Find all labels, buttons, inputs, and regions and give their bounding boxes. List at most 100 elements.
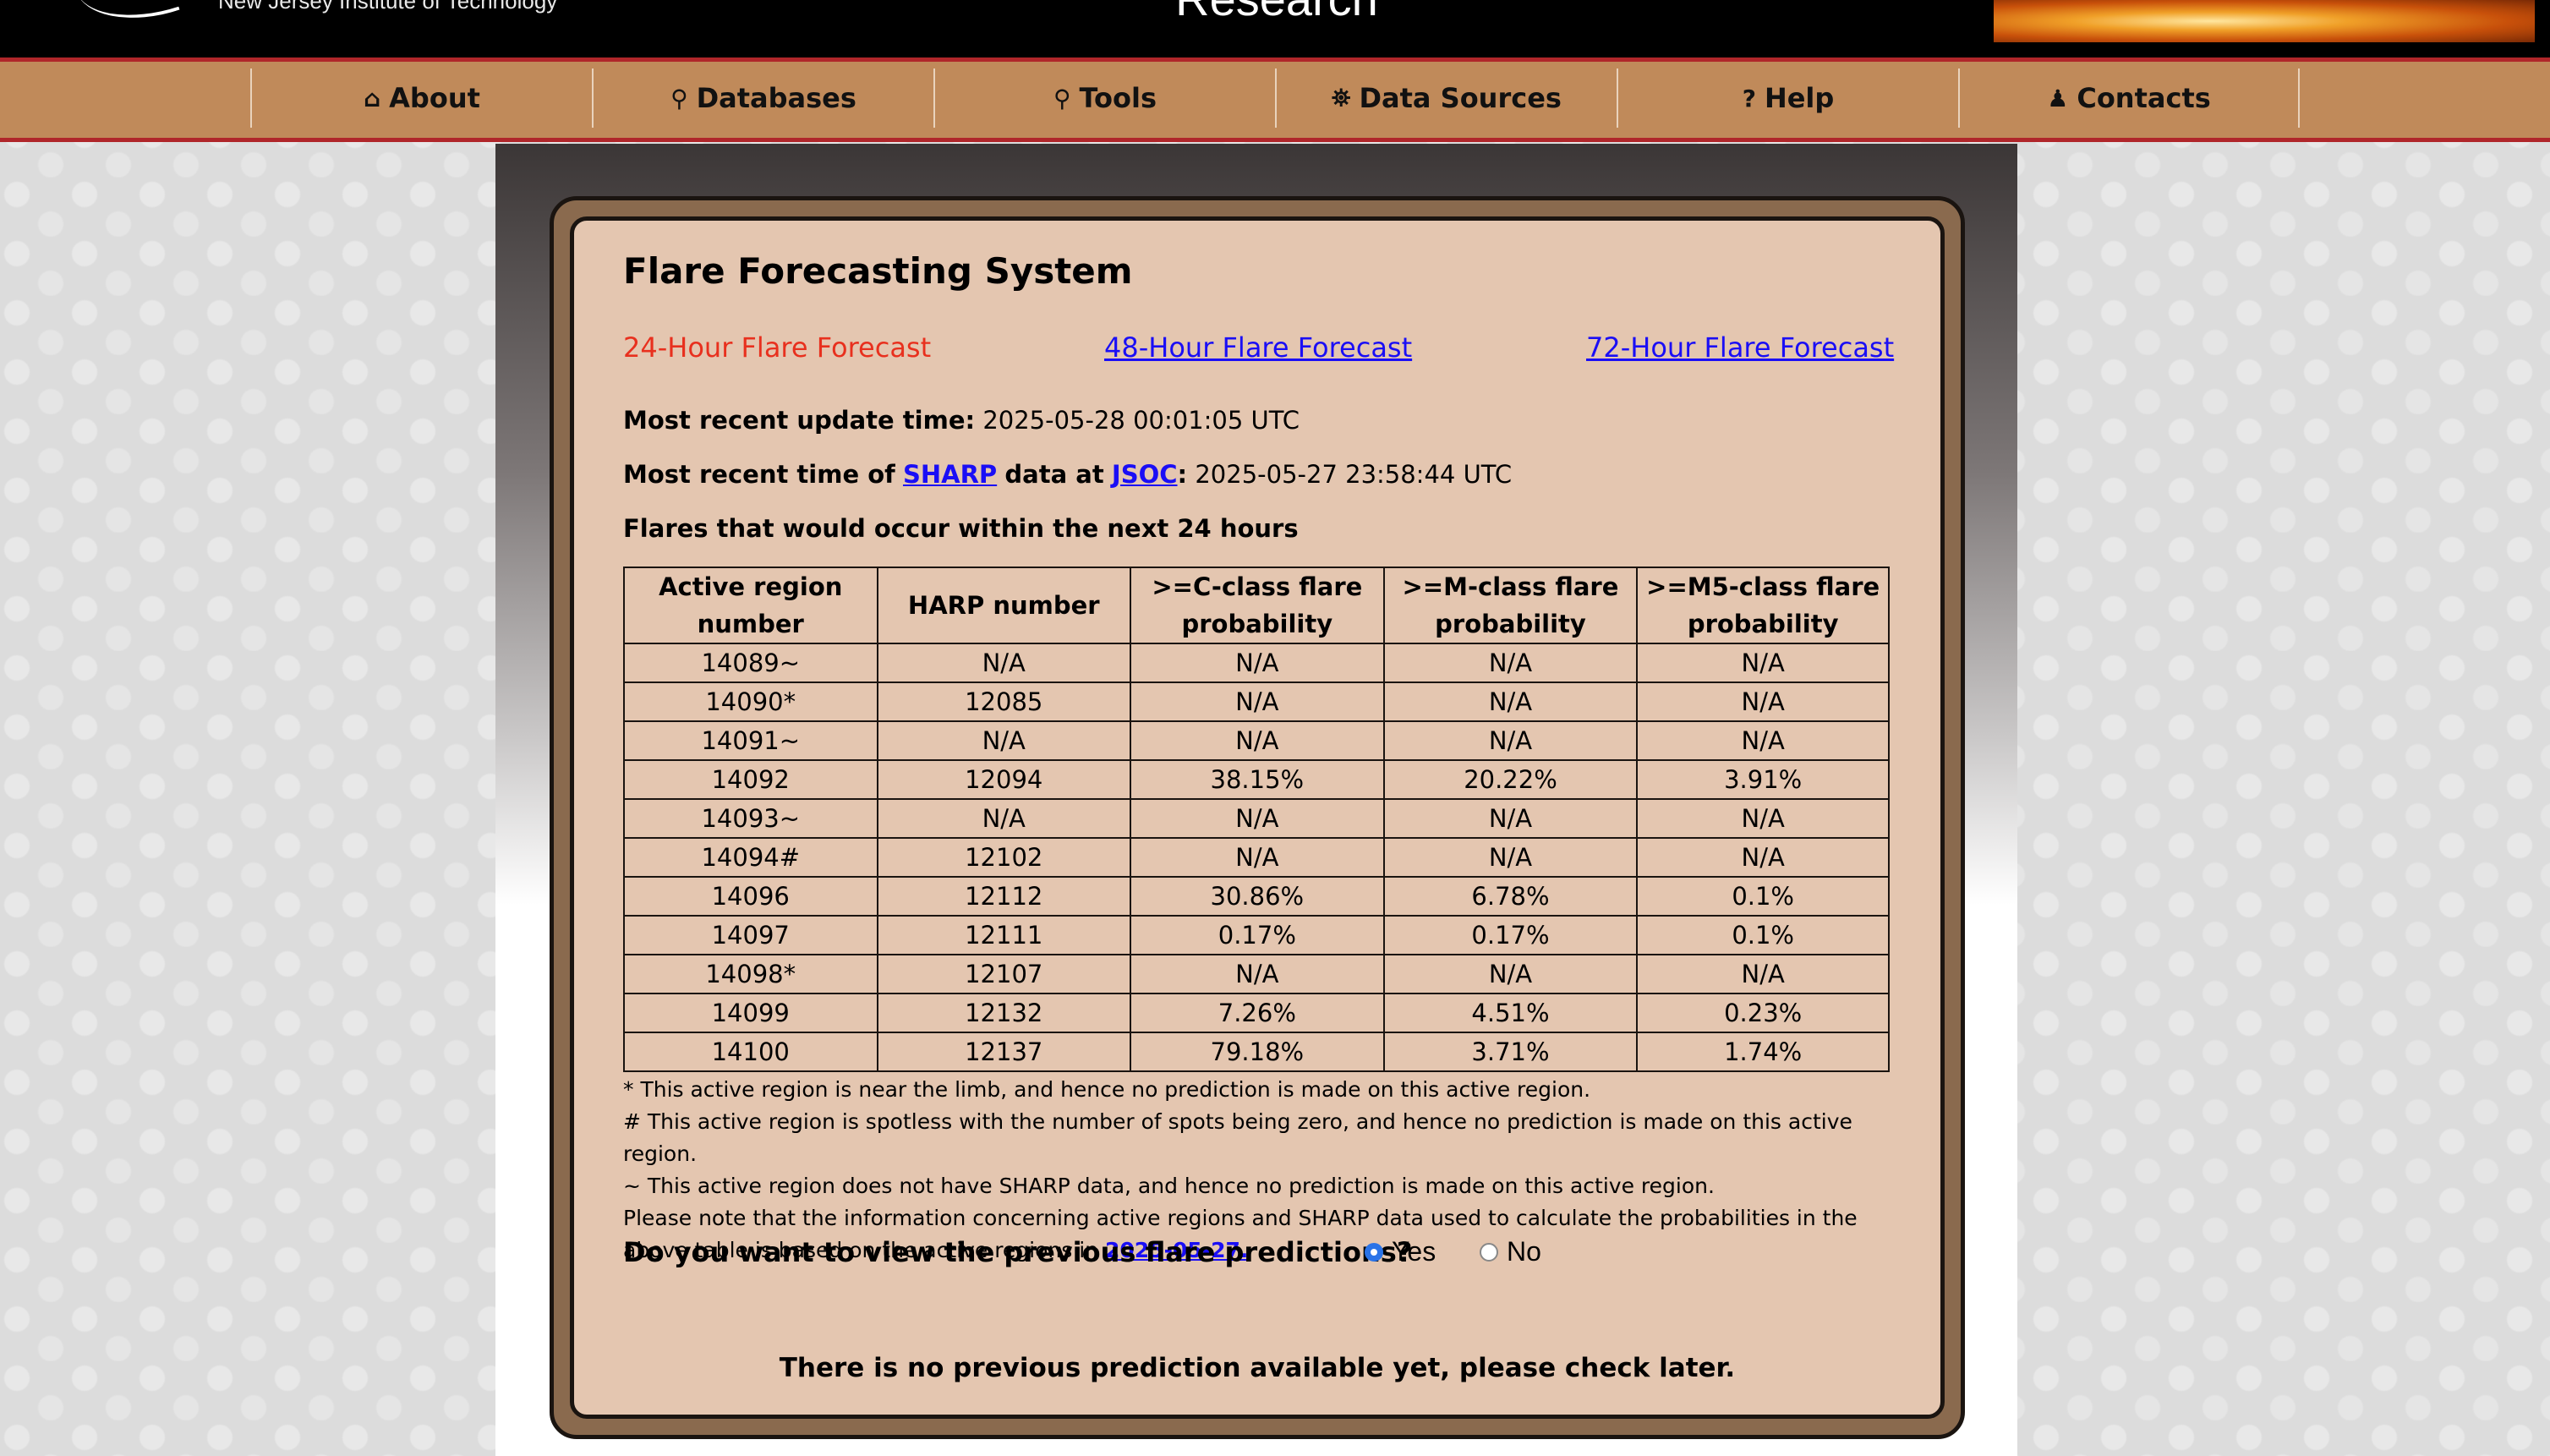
cell-c-class: 38.15% (1130, 759, 1385, 800)
table-row: 14100 12137 79.18% 3.71% 1.74% (623, 1032, 1890, 1072)
radio-yes-label: Yes (1392, 1236, 1436, 1267)
cell-m-class: 0.17% (1382, 915, 1639, 955)
njit-logo-icon[interactable] (75, 0, 180, 39)
nav-item-label: Data Sources (1359, 82, 1562, 114)
cell-active-region: 14099 (623, 993, 878, 1033)
cell-m-class: N/A (1382, 681, 1639, 722)
site-title: Research (1150, 0, 1404, 26)
cell-active-region: 14098* (623, 954, 878, 994)
telescope-icon: ⛯ (1332, 84, 1351, 112)
cell-harp-number: N/A (876, 720, 1131, 761)
cell-m5-class: N/A (1636, 837, 1890, 878)
cell-c-class: 7.26% (1130, 993, 1385, 1033)
table-caption: Flares that would occur within the next … (623, 514, 1299, 543)
top-header: New Jersey Institute of Technology Resea… (0, 0, 2550, 57)
cell-active-region: 14100 (623, 1032, 878, 1072)
nav-item-databases[interactable]: ⚲ Databases (592, 68, 933, 128)
sharp-suffix: : (1177, 460, 1188, 489)
cell-active-region: 14091~ (623, 720, 878, 761)
sharp-time-value: 2025-05-27 23:58:44 UTC (1195, 460, 1513, 489)
logo-text: New Jersey Institute of Technology (218, 0, 558, 14)
nav-item-label: Tools (1079, 82, 1157, 114)
cell-c-class: 0.17% (1130, 915, 1385, 955)
cell-active-region: 14093~ (623, 798, 878, 839)
cell-active-region: 14092 (623, 759, 878, 800)
radio-no[interactable]: No (1480, 1236, 1541, 1267)
cell-harp-number: 12094 (876, 759, 1131, 800)
sharp-prefix: Most recent time of (623, 460, 895, 489)
cell-m5-class: N/A (1636, 798, 1890, 839)
sun-banner-image (1994, 0, 2535, 42)
table-row: 14096 12112 30.86% 6.78% 0.1% (623, 876, 1890, 917)
tab-24-hour-forecast[interactable]: 24-Hour Flare Forecast (623, 331, 931, 364)
note-limb: * This active region is near the limb, a… (623, 1077, 1591, 1102)
cell-m-class: N/A (1382, 954, 1639, 994)
cell-harp-number: N/A (876, 643, 1131, 683)
tab-72-hour-forecast[interactable]: 72-Hour Flare Forecast (1586, 331, 1894, 364)
cell-m-class: 6.78% (1382, 876, 1639, 917)
user-icon: ♟ (2047, 84, 2069, 112)
radio-yes[interactable]: Yes (1365, 1236, 1436, 1267)
cell-active-region: 14089~ (623, 643, 878, 683)
table-row: 14092 12094 38.15% 20.22% 3.91% (623, 759, 1890, 800)
nav-item-about[interactable]: ⌂ About (250, 68, 592, 128)
cell-harp-number: 12102 (876, 837, 1131, 878)
cell-c-class: N/A (1130, 681, 1385, 722)
cell-m5-class: N/A (1636, 720, 1890, 761)
previous-predictions-question: Do you want to view the previous flare p… (623, 1236, 1413, 1268)
update-time-label: Most recent update time: (623, 406, 976, 435)
sharp-time-line: Most recent time of SHARP data at JSOC: … (623, 460, 1512, 489)
tab-48-hour-forecast[interactable]: 48-Hour Flare Forecast (1104, 331, 1412, 364)
cell-c-class: N/A (1130, 837, 1385, 878)
jsoc-link[interactable]: JSOC (1112, 460, 1178, 489)
table-header-row: Active region number HARP number >=C-cla… (623, 567, 1890, 644)
cell-m5-class: N/A (1636, 954, 1890, 994)
cell-c-class: 30.86% (1130, 876, 1385, 917)
table-row: 14098* 12107 N/A N/A N/A (623, 954, 1890, 994)
nav-item-label: Help (1764, 82, 1835, 114)
cell-harp-number: 12107 (876, 954, 1131, 994)
note-no-sharp: ~ This active region does not have SHARP… (623, 1174, 1715, 1198)
no-previous-message: There is no previous prediction availabl… (779, 1353, 1736, 1383)
page-title: Flare Forecasting System (623, 250, 1133, 292)
cell-c-class: 79.18% (1130, 1032, 1385, 1072)
main-navbar: ⌂ About ⚲ Databases ⚲ Tools ⛯ Data Sourc… (0, 57, 2550, 142)
cell-m5-class: 0.1% (1636, 876, 1890, 917)
flare-probability-table: Active region number HARP number >=C-cla… (623, 567, 1890, 1072)
nav-item-help[interactable]: ? Help (1617, 68, 1958, 128)
nav-item-data-sources[interactable]: ⛯ Data Sources (1275, 68, 1617, 128)
cell-m5-class: N/A (1636, 643, 1890, 683)
help-circle-icon: ? (1742, 84, 1756, 112)
header-active-region: Active region number (623, 567, 878, 644)
cell-active-region: 14094# (623, 837, 878, 878)
header-m-class: >=M-class flare probability (1382, 567, 1639, 644)
table-row: 14099 12132 7.26% 4.51% 0.23% (623, 993, 1890, 1033)
search-icon: ⚲ (670, 84, 688, 112)
cell-active-region: 14096 (623, 876, 878, 917)
cell-m-class: N/A (1382, 798, 1639, 839)
cell-harp-number: 12111 (876, 915, 1131, 955)
cell-c-class: N/A (1130, 720, 1385, 761)
sharp-middle: data at (1004, 460, 1104, 489)
cell-m-class: N/A (1382, 643, 1639, 683)
cell-m-class: N/A (1382, 837, 1639, 878)
cell-harp-number: 12137 (876, 1032, 1131, 1072)
radio-no-button[interactable] (1480, 1242, 1498, 1262)
cell-active-region: 14090* (623, 681, 878, 722)
home-icon: ⌂ (364, 84, 381, 112)
radio-yes-button[interactable] (1365, 1242, 1383, 1262)
update-time-line: Most recent update time: 2025-05-28 00:0… (623, 406, 1300, 435)
cell-harp-number: N/A (876, 798, 1131, 839)
nav-item-contacts[interactable]: ♟ Contacts (1958, 68, 2300, 128)
cell-harp-number: 12112 (876, 876, 1131, 917)
header-harp-number: HARP number (876, 567, 1131, 644)
note-spotless: # This active region is spotless with th… (623, 1109, 1852, 1166)
table-row: 14093~ N/A N/A N/A N/A (623, 798, 1890, 839)
cell-c-class: N/A (1130, 798, 1385, 839)
cell-m5-class: N/A (1636, 681, 1890, 722)
table-row: 14089~ N/A N/A N/A N/A (623, 643, 1890, 683)
sharp-link[interactable]: SHARP (903, 460, 997, 489)
nav-item-tools[interactable]: ⚲ Tools (933, 68, 1275, 128)
search-icon: ⚲ (1053, 84, 1071, 112)
update-time-value: 2025-05-28 00:01:05 UTC (982, 406, 1300, 435)
